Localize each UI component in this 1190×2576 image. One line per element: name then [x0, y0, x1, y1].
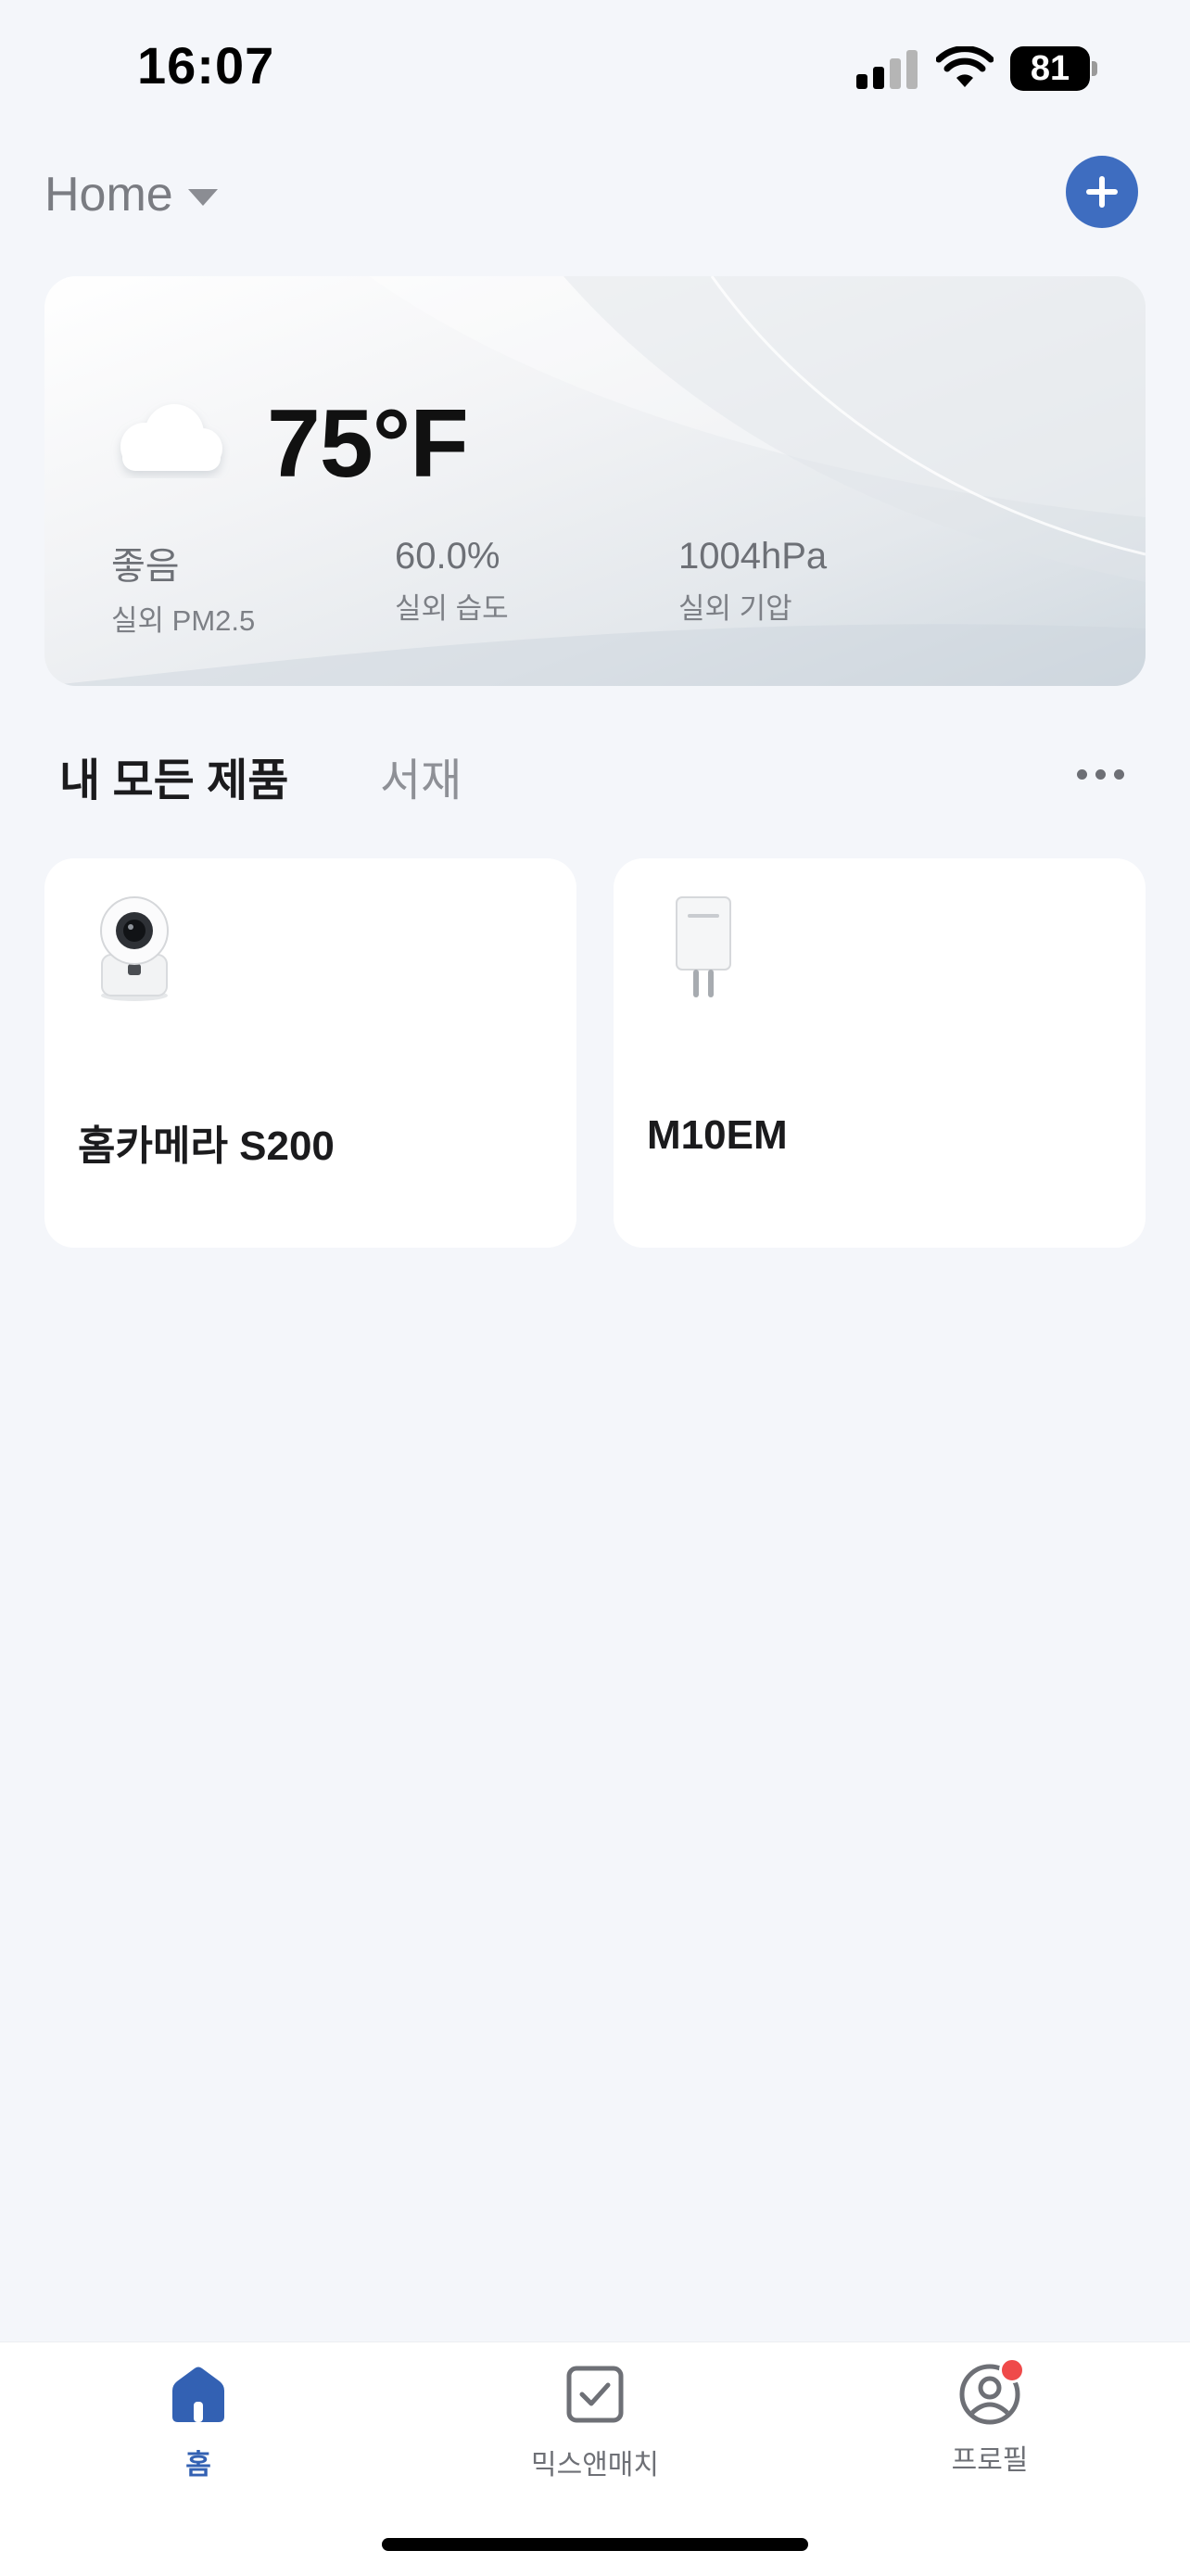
stat-pressure: 1004hPa 실외 기압 — [678, 536, 827, 627]
battery-tip — [1092, 61, 1097, 76]
device-name: 홈카메라 S200 — [78, 1123, 335, 1169]
device-card-camera[interactable]: 홈카메라 S200 — [44, 858, 576, 1248]
status-time: 16:07 — [137, 36, 275, 95]
checkbox-icon — [566, 2366, 624, 2423]
nav-label: 홈 — [185, 2450, 211, 2481]
stat-value: 1004hPa — [678, 536, 828, 577]
home-indicator — [382, 2538, 808, 2551]
stat-humidity: 60.0% 실외 습도 — [395, 536, 509, 627]
device-name: M10EM — [647, 1112, 788, 1158]
weather-card[interactable]: 75°F 좋음 실외 PM2.5 60.0% 실외 습도 1004hPa 실외 … — [44, 276, 1146, 686]
tab-all-products[interactable]: 내 모든 제품 — [59, 743, 288, 808]
battery-level: 81 — [1030, 49, 1070, 88]
cloud-icon — [120, 404, 222, 471]
nav-profile[interactable]: 프로필 — [897, 2357, 1082, 2478]
device-card-plug[interactable]: M10EM — [614, 858, 1146, 1248]
nav-mix-and-match[interactable]: 믹스앤매치 — [502, 2363, 688, 2482]
caret-down-icon — [187, 189, 218, 206]
tab-study-room[interactable]: 서재 — [380, 743, 462, 808]
stat-label: 실외 습도 — [395, 592, 509, 625]
add-device-button[interactable] — [1066, 156, 1138, 228]
nav-home[interactable]: 홈 — [106, 2363, 291, 2482]
temperature-value: 75°F — [267, 390, 469, 498]
battery-indicator: 81 — [1010, 46, 1099, 91]
nav-label: 믹스앤매치 — [531, 2450, 659, 2481]
wifi-icon — [936, 46, 994, 87]
stat-pm25: 좋음 실외 PM2.5 — [111, 536, 255, 639]
home-selector[interactable]: Home — [44, 167, 218, 222]
stat-label: 실외 PM2.5 — [111, 604, 256, 637]
home-title: Home — [44, 168, 173, 222]
more-options-icon[interactable] — [1073, 766, 1129, 784]
cellular-signal-icon — [856, 50, 918, 89]
stat-value: 60.0% — [395, 536, 500, 577]
nav-label: 프로필 — [951, 2445, 1029, 2476]
profile-icon-wrapper — [958, 2357, 1025, 2426]
home-icon — [172, 2367, 224, 2422]
stat-value: 좋음 — [111, 546, 180, 587]
stat-label: 실외 기압 — [678, 592, 792, 625]
notification-badge — [999, 2357, 1025, 2383]
security-camera-icon — [100, 896, 169, 1001]
smart-plug-icon — [676, 896, 731, 997]
